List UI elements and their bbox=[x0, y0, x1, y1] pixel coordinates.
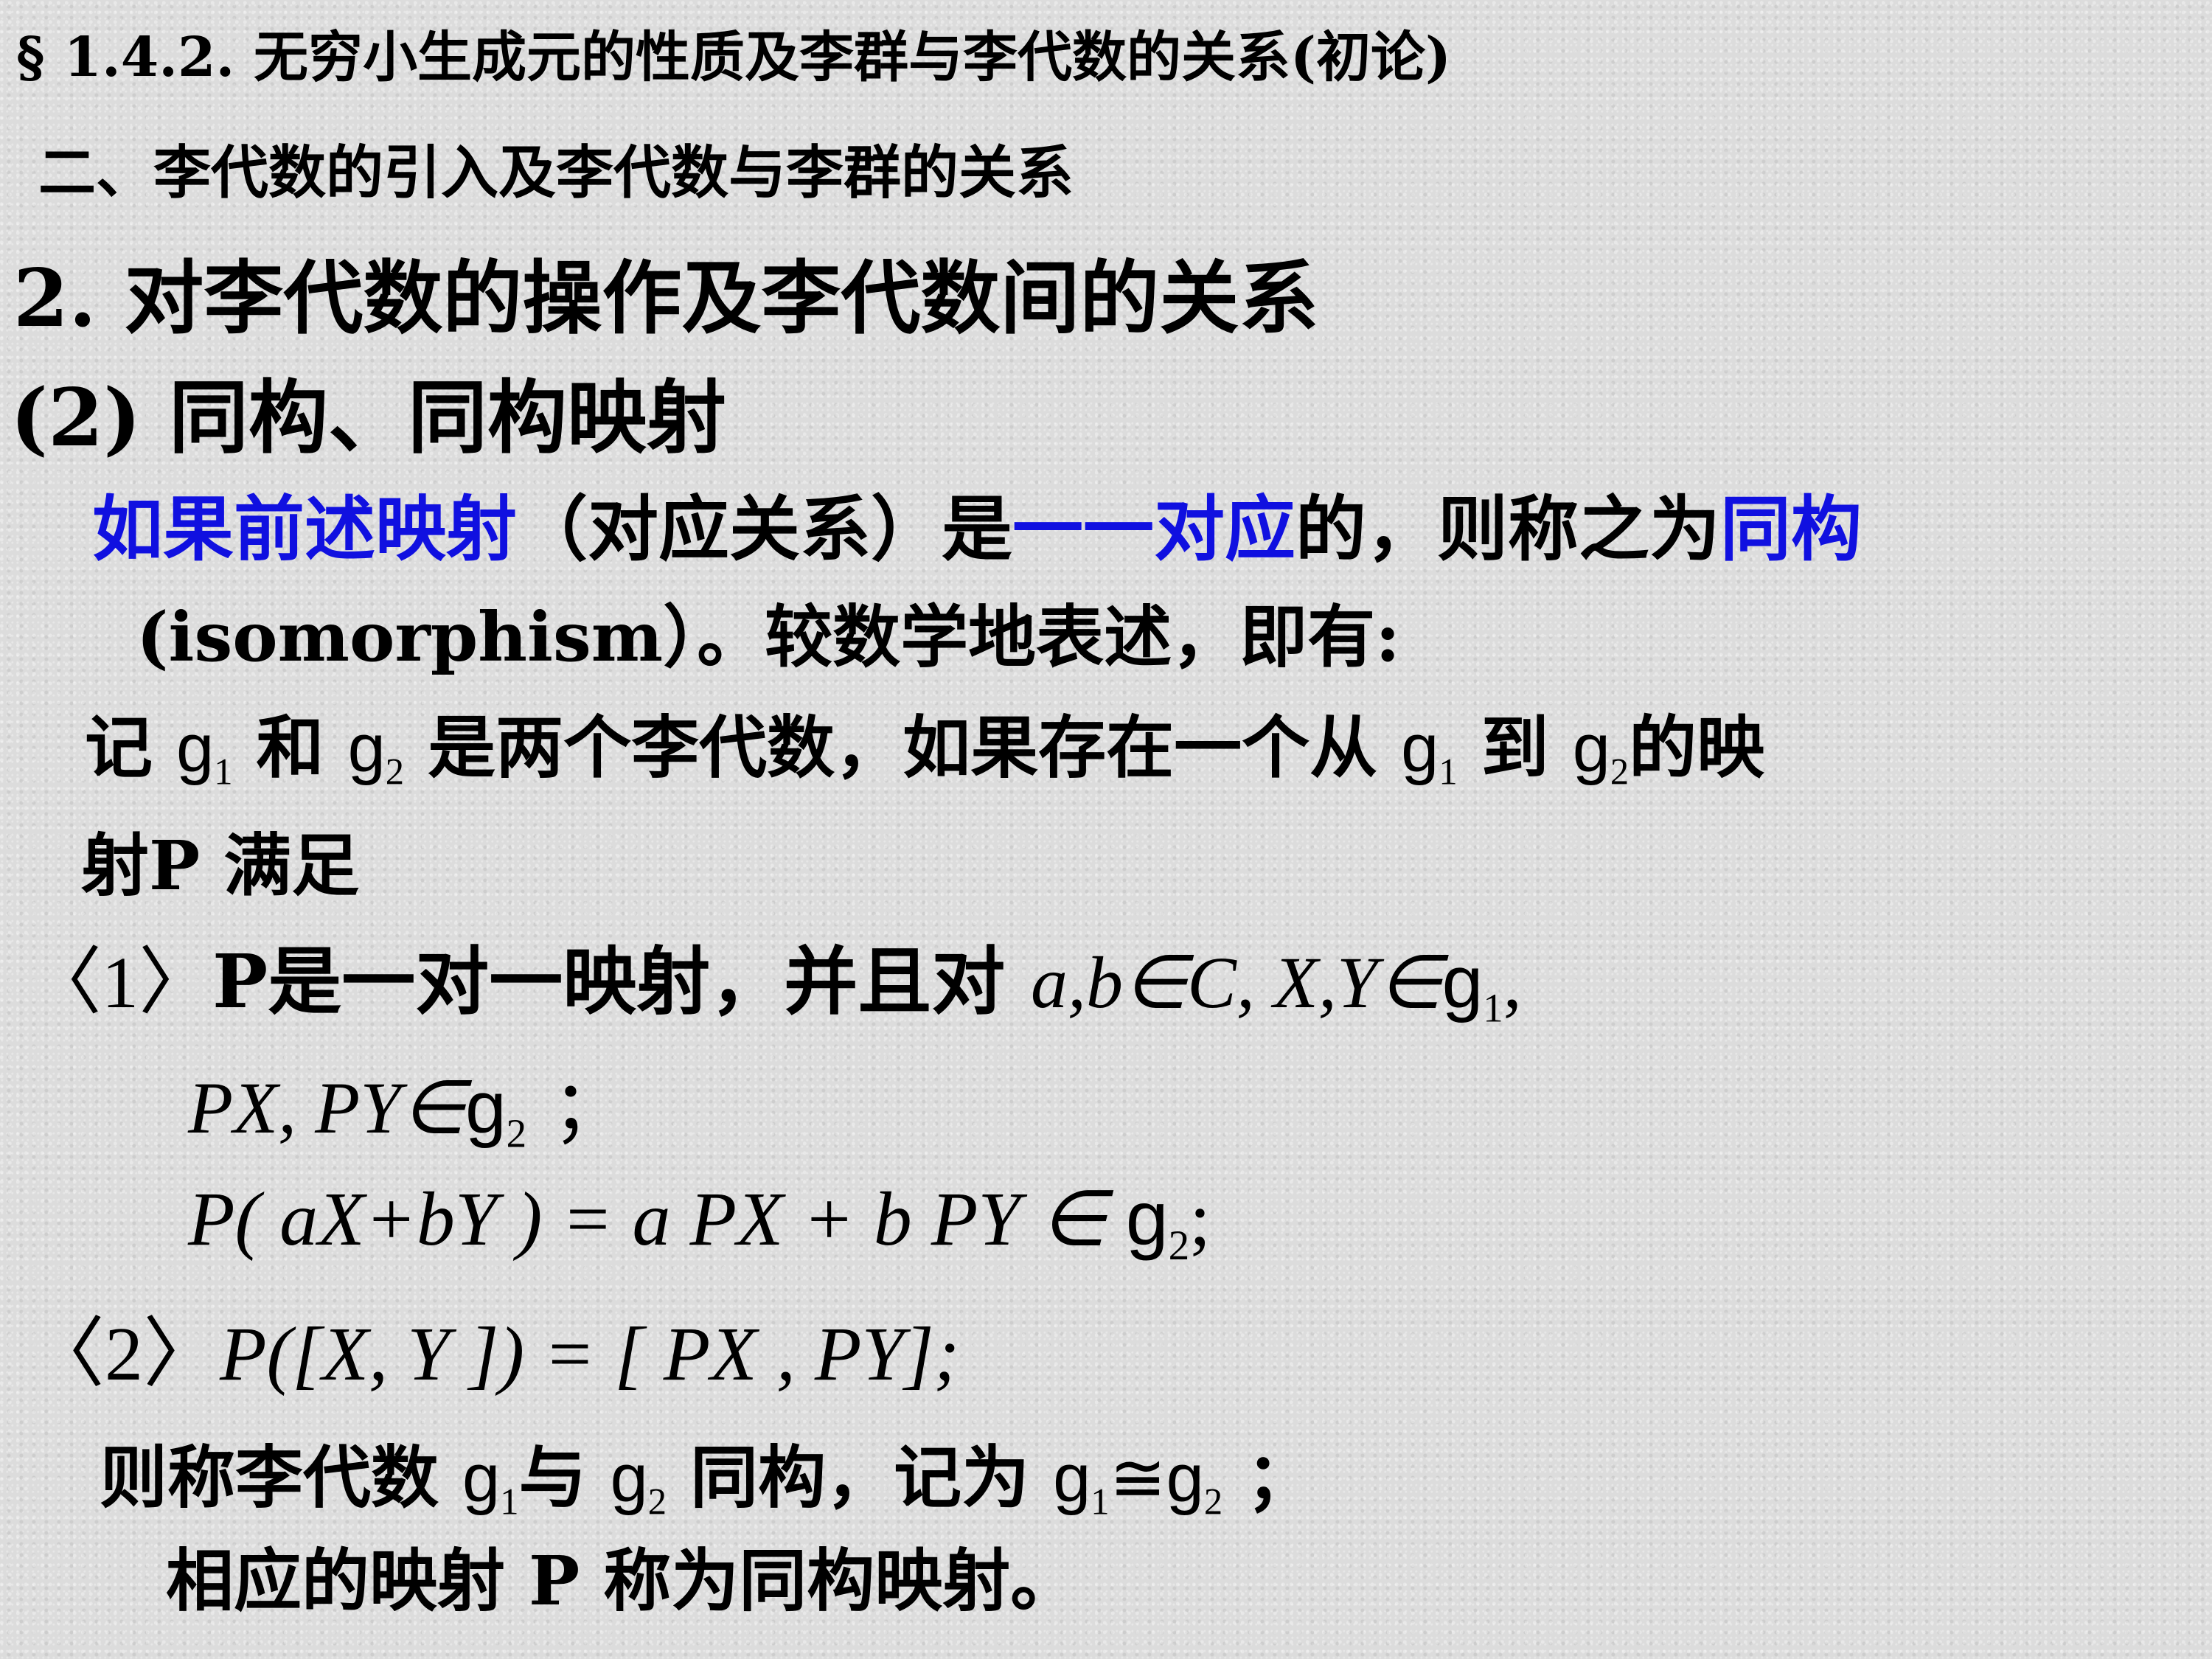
definition-line-3: 记 g1 和 g2 是两个李代数，如果存在一个从 g1 到 g2的映 bbox=[85, 693, 1764, 793]
symbol-g: g bbox=[462, 1441, 501, 1516]
symbol-g: g bbox=[465, 1066, 507, 1149]
punctuation: ； bbox=[1246, 1438, 1315, 1517]
text: （对应关系）是 bbox=[517, 487, 1012, 571]
symbol-g: g bbox=[176, 711, 215, 786]
subheading: (2) 同构、同构映射 bbox=[10, 372, 726, 465]
text: 和 bbox=[256, 708, 324, 787]
symbol-g: g bbox=[1053, 1441, 1091, 1516]
congruence-symbol: ≅ bbox=[1109, 1441, 1166, 1516]
highlight-text: 如果前述映射 bbox=[92, 487, 517, 571]
punctuation: , bbox=[1503, 942, 1522, 1023]
subscript: 2 bbox=[647, 1481, 667, 1523]
condition-1: 〈1〉P是一对一映射，并且对 a,b∈C, X,Y∈g1, bbox=[28, 922, 1522, 1031]
subscript: 1 bbox=[1091, 1481, 1110, 1523]
text: 的映 bbox=[1629, 708, 1765, 787]
symbol-g: g bbox=[1441, 941, 1484, 1023]
text: 与 bbox=[518, 1438, 587, 1517]
text: 的，则称之为 bbox=[1295, 487, 1720, 571]
text: 记 bbox=[85, 708, 153, 787]
symbol-g: g bbox=[1401, 711, 1439, 786]
symbol-g: g bbox=[1166, 1441, 1204, 1516]
condition-label: 〈2〉 bbox=[28, 1312, 220, 1397]
highlight-text: 一一对应 bbox=[1012, 487, 1295, 571]
conclusion-line-1: 则称李代数 g1与 g2 同构，记为 g1≅g2 ； bbox=[100, 1423, 1314, 1523]
condition-1-line-2: PX, PY∈g2 ； bbox=[188, 1047, 626, 1156]
math-expression: P([X, Y ]) = [ PX , PY]; bbox=[220, 1312, 960, 1397]
subscript: 2 bbox=[1203, 1481, 1223, 1523]
subscript: 2 bbox=[506, 1110, 527, 1156]
subtitle: 二、李代数的引入及李代数与李群的关系 bbox=[38, 139, 1074, 206]
math-expression: PX, PY∈ bbox=[188, 1067, 465, 1149]
page-heading: 2. 对李代数的操作及李代数间的关系 bbox=[13, 252, 1319, 345]
definition-line-2: (isomorphism）。较数学地表述，即有: bbox=[136, 597, 1401, 677]
text: P是一对一映射，并且对 bbox=[212, 938, 1006, 1025]
math-expression: a,b∈C, X,Y∈ bbox=[1031, 942, 1442, 1023]
subscript: 1 bbox=[1483, 985, 1503, 1031]
definition-line-1: 如果前述映射（对应关系）是一一对应的，则称之为同构 bbox=[92, 472, 1862, 574]
subscript: 2 bbox=[1610, 751, 1630, 793]
text: 同构，记为 bbox=[690, 1438, 1030, 1517]
subscript: 2 bbox=[385, 751, 405, 793]
condition-label: 〈1〉 bbox=[28, 942, 212, 1023]
condition-2: 〈2〉P([X, Y ]) = [ PX , PY]; bbox=[28, 1290, 959, 1402]
symbol-g: g bbox=[1125, 1176, 1169, 1262]
section-title: § 1.4.2. 无穷小生成元的性质及李群与李代数的关系(初论) bbox=[16, 26, 1452, 89]
definition-line-4: 射P 满足 bbox=[81, 826, 360, 905]
condition-1-line-3: P( aX+bY ) = a PX + b PY ∈ g2; bbox=[188, 1172, 1211, 1270]
subscript: 1 bbox=[500, 1481, 519, 1523]
subscript: 1 bbox=[214, 751, 233, 793]
symbol-g: g bbox=[1572, 711, 1610, 786]
highlight-text: 同构 bbox=[1720, 487, 1862, 571]
symbol-g: g bbox=[610, 1441, 648, 1516]
punctuation: ； bbox=[552, 1067, 626, 1149]
subscript: 2 bbox=[1168, 1222, 1190, 1270]
text: 到 bbox=[1481, 708, 1549, 787]
text: 则称李代数 bbox=[100, 1438, 439, 1517]
symbol-g: g bbox=[347, 711, 386, 786]
conclusion-line-2: 相应的映射 P 称为同构映射。 bbox=[166, 1541, 1079, 1621]
text: 是两个李代数，如果存在一个从 bbox=[428, 708, 1378, 787]
subscript: 1 bbox=[1439, 751, 1458, 793]
math-expression: P( aX+bY ) = a PX + b PY ∈ bbox=[188, 1177, 1126, 1262]
punctuation: ; bbox=[1189, 1177, 1211, 1262]
